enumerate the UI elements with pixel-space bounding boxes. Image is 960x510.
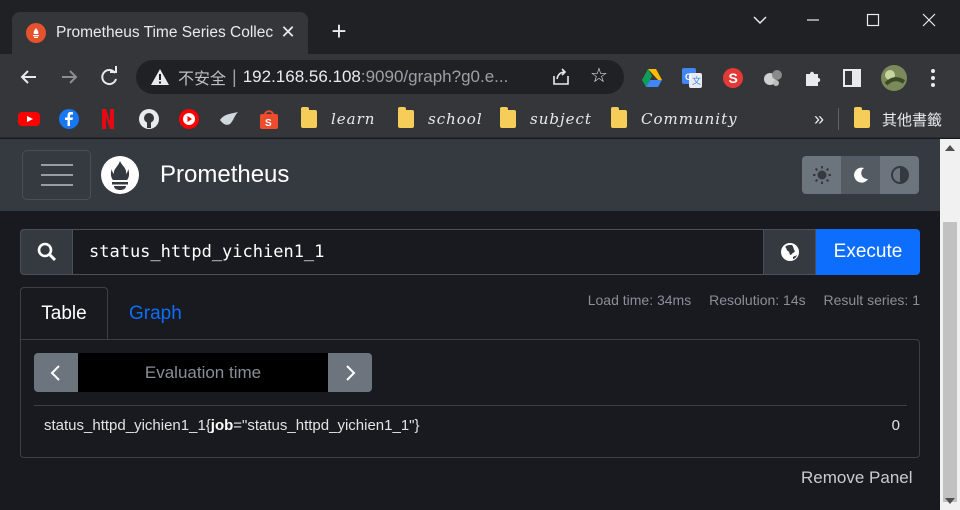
folder-icon — [398, 107, 414, 128]
other-bookmarks-folder[interactable]: 其他書籤 — [854, 107, 943, 130]
result-series: Result series: 1 — [823, 292, 920, 308]
expression-input-group: status_httpd_yichien1_1 Execute — [20, 229, 920, 275]
url-text[interactable]: 192.168.56.108:9090/graph?g0.e... — [243, 67, 509, 87]
folder-icon — [500, 107, 516, 128]
url-path: :9090/graph?g0.e... — [360, 67, 509, 86]
bird-bookmark-icon[interactable] — [218, 108, 240, 130]
prometheus-logo-icon[interactable] — [100, 155, 140, 195]
browser-tab[interactable]: Prometheus Time Series Collec ✕ — [12, 12, 308, 54]
folder-icon — [854, 107, 870, 128]
evaluation-time-input[interactable]: Evaluation time — [78, 353, 328, 392]
browser-toolbar: 不安全 | 192.168.56.108:9090/graph?g0.e... … — [0, 54, 960, 100]
remove-panel-link[interactable]: Remove Panel — [801, 468, 913, 488]
page-scrollbar[interactable] — [940, 139, 960, 510]
svg-text:S: S — [265, 118, 272, 129]
youtube-bookmark-icon[interactable] — [18, 108, 40, 130]
address-bar[interactable]: 不安全 | 192.168.56.108:9090/graph?g0.e... … — [136, 60, 624, 94]
facebook-bookmark-icon[interactable] — [58, 108, 80, 130]
panel-tabs: Table Graph Load time: 34ms Resolution: … — [20, 287, 920, 340]
next-time-chevron-right-icon[interactable] — [328, 353, 372, 392]
tab-search-chevron-icon[interactable] — [745, 8, 775, 32]
auto-theme-contrast-icon[interactable] — [880, 156, 919, 194]
new-tab-button[interactable]: + — [326, 18, 352, 44]
bookmark-star-icon[interactable]: ☆ — [588, 65, 610, 87]
browser-titlebar: Prometheus Time Series Collec ✕ + — [0, 0, 960, 54]
tab-graph[interactable]: Graph — [108, 287, 202, 340]
table-panel: Evaluation time status_httpd_yichien1_1{… — [20, 339, 920, 458]
light-theme-sun-icon[interactable] — [802, 156, 841, 194]
forward-arrow-icon[interactable] — [56, 64, 82, 90]
bookmark-label: school — [428, 110, 483, 128]
bookmark-folder-community[interactable]: Community — [611, 107, 738, 130]
scrollbar-thumb[interactable] — [943, 222, 957, 502]
tab-table[interactable]: Table — [20, 287, 108, 340]
resolution: Resolution: 14s — [709, 292, 806, 308]
tab-title: Prometheus Time Series Collec — [56, 24, 274, 41]
theme-switcher — [802, 156, 919, 194]
profile-avatar[interactable] — [880, 64, 908, 92]
prometheus-page: Prometheus status_httpd_yichien1_1 Execu… — [0, 139, 940, 510]
dark-theme-moon-icon[interactable] — [841, 156, 880, 194]
bookmarks-bar: S learn school subject Community » 其他書籤 — [0, 100, 960, 138]
back-arrow-icon[interactable] — [16, 64, 42, 90]
google-translate-icon[interactable]: G文 — [681, 67, 703, 89]
brand-name[interactable]: Prometheus — [160, 161, 289, 189]
s-extension-icon[interactable]: S — [722, 67, 744, 89]
bookmark-folder-school[interactable]: school — [398, 107, 483, 130]
play-bookmark-icon[interactable] — [178, 108, 200, 130]
bookmark-label: subject — [530, 110, 592, 128]
folder-icon — [611, 107, 627, 128]
bookmark-label: Community — [641, 110, 738, 128]
shopee-bookmark-icon[interactable]: S — [258, 108, 280, 130]
svg-text:文: 文 — [692, 75, 701, 86]
more-bookmarks-chevron-icon[interactable]: » — [814, 108, 824, 130]
minimize-icon[interactable] — [798, 8, 828, 32]
side-panel-icon[interactable] — [841, 67, 863, 89]
insecure-label[interactable]: 不安全 — [178, 65, 226, 89]
previous-time-chevron-left-icon[interactable] — [34, 353, 78, 392]
url-host: 192.168.56.108 — [242, 67, 361, 86]
prometheus-favicon-icon — [26, 23, 46, 43]
evaluation-time-picker: Evaluation time — [34, 353, 372, 392]
other-bookmarks-label: 其他書籤 — [882, 111, 943, 129]
browser-menu-icon[interactable] — [922, 67, 944, 89]
label-key: job — [210, 416, 234, 434]
expression-input[interactable]: status_httpd_yichien1_1 — [72, 229, 764, 275]
label-value: ="status_httpd_yichien1_1"} — [233, 416, 420, 434]
table-row: status_httpd_yichien1_1{job="status_http… — [34, 405, 907, 444]
reload-icon[interactable] — [96, 64, 122, 90]
series-value: 0 — [891, 416, 900, 434]
bookmark-folder-subject[interactable]: subject — [500, 107, 592, 130]
share-icon[interactable] — [550, 67, 572, 87]
bookmark-folder-learn[interactable]: learn — [301, 107, 376, 130]
series-label: status_httpd_yichien1_1{job="status_http… — [44, 417, 420, 434]
google-drive-icon[interactable] — [641, 67, 663, 89]
metric-name: status_httpd_yichien1_1{ — [44, 416, 211, 434]
navbar: Prometheus — [0, 139, 940, 211]
query-stats: Load time: 34ms Resolution: 14s Result s… — [574, 292, 920, 308]
load-time: Load time: 34ms — [587, 292, 692, 308]
hamburger-menu-button[interactable] — [22, 150, 91, 200]
github-bookmark-icon[interactable] — [138, 108, 160, 130]
search-icon — [20, 229, 72, 275]
molecule-extension-icon[interactable] — [762, 67, 784, 89]
folder-icon — [301, 107, 317, 128]
execute-button[interactable]: Execute — [816, 229, 920, 275]
netflix-bookmark-icon[interactable] — [100, 108, 116, 130]
extensions-puzzle-icon[interactable] — [802, 67, 824, 89]
window-close-icon[interactable] — [914, 8, 944, 32]
warning-triangle-icon[interactable] — [150, 67, 170, 87]
scroll-up-arrow-icon[interactable] — [945, 145, 955, 151]
url-separator: | — [232, 66, 237, 87]
bookmark-label: learn — [331, 110, 376, 128]
tab-close-icon[interactable]: ✕ — [278, 22, 298, 42]
scroll-down-arrow-icon[interactable] — [945, 498, 955, 504]
bookmarks-divider — [838, 108, 839, 130]
metrics-explorer-globe-icon[interactable] — [764, 229, 816, 275]
svg-text:S: S — [729, 70, 738, 86]
svg-text:G: G — [685, 72, 692, 82]
maximize-icon[interactable] — [858, 8, 888, 32]
